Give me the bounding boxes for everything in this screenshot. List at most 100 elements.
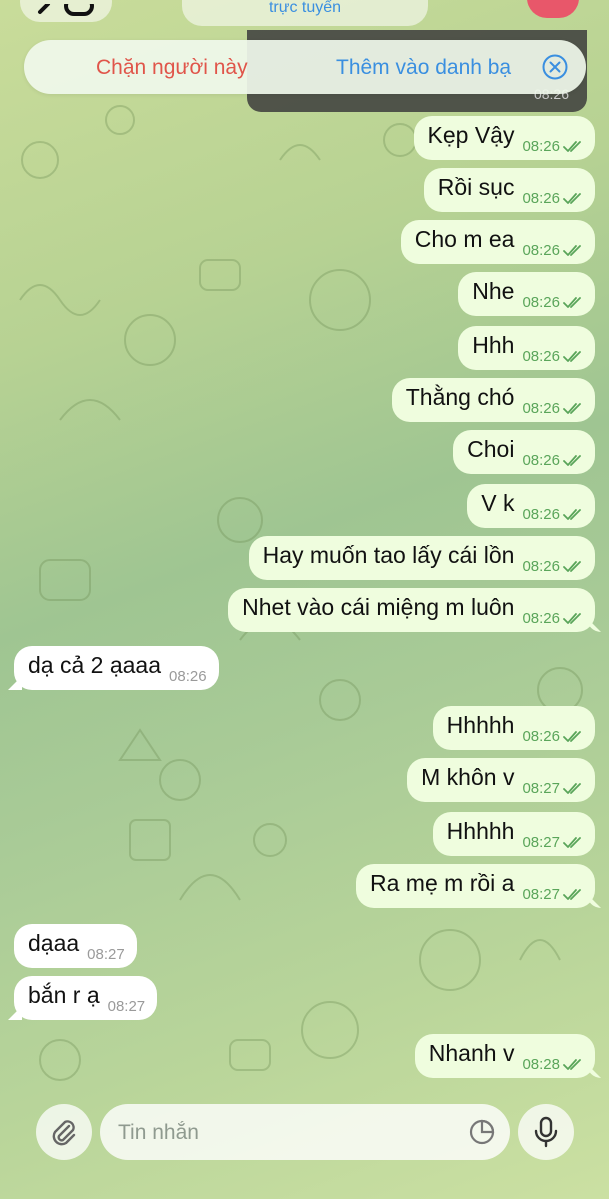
message-input[interactable] xyxy=(116,1104,460,1162)
outgoing-message[interactable]: Nhanh v 08:28 xyxy=(414,1034,595,1078)
message-meta: 08:27 xyxy=(522,834,585,851)
message-time: 08:26 xyxy=(522,137,560,155)
read-checkmarks-icon xyxy=(563,455,581,466)
message-text: Hhh xyxy=(472,331,515,358)
online-status: trực tuyến xyxy=(268,0,342,16)
message-text: Choi xyxy=(467,435,515,462)
message-meta: 08:28 xyxy=(522,1056,585,1073)
message-text: Nhanh v xyxy=(428,1039,515,1066)
read-checkmarks-icon xyxy=(563,731,581,742)
message-meta: 08:26 xyxy=(522,400,585,417)
block-user-button[interactable]: Chặn người này xyxy=(96,56,248,80)
read-checkmarks-icon xyxy=(563,297,581,308)
outgoing-message[interactable]: Hhhhh 08:27 xyxy=(432,812,595,856)
contact-action-bar: Chặn người này Thêm vào danh bạ xyxy=(24,40,586,94)
microphone-icon xyxy=(534,1116,558,1148)
attach-button[interactable] xyxy=(36,1104,92,1160)
read-checkmarks-icon xyxy=(563,403,581,414)
message-text: Thằng chó xyxy=(405,383,515,410)
message-time: 08:26 xyxy=(522,557,560,575)
message-meta: 08:26 xyxy=(522,610,585,627)
message-meta: 08:27 xyxy=(522,886,585,903)
outgoing-message[interactable]: Kẹp Vậy 08:26 xyxy=(413,116,595,160)
sticker-icon[interactable] xyxy=(468,1118,496,1146)
message-time: 08:26 xyxy=(522,505,560,523)
outgoing-message[interactable]: Ra mẹ m rồi a 08:27 xyxy=(356,864,595,908)
message-meta: 08:26 xyxy=(522,294,585,311)
outgoing-message[interactable]: V k 08:26 xyxy=(467,484,595,528)
outgoing-message[interactable]: Hhh 08:26 xyxy=(458,326,595,370)
message-time: 08:26 xyxy=(169,667,207,685)
read-checkmarks-icon xyxy=(563,351,581,362)
outgoing-message[interactable]: Hay muốn tao lấy cái lồn 08:26 xyxy=(248,536,595,580)
message-time: 08:27 xyxy=(107,997,146,1015)
outgoing-message[interactable]: Rồi sục 08:26 xyxy=(423,168,595,212)
message-text: Rồi sục xyxy=(437,173,515,200)
message-text: bắn r ạ xyxy=(28,981,100,1008)
message-text: Cho m ea xyxy=(414,225,515,252)
read-checkmarks-icon xyxy=(563,245,581,256)
outgoing-message[interactable]: Nhe 08:26 xyxy=(458,272,595,316)
read-checkmarks-icon xyxy=(563,889,581,900)
message-text: Hhhhh xyxy=(446,817,515,844)
close-icon[interactable] xyxy=(542,54,568,80)
outgoing-message[interactable]: Hhhhh 08:26 xyxy=(432,706,595,750)
add-to-contacts-button[interactable]: Thêm vào danh bạ xyxy=(336,56,511,80)
message-time: 08:28 xyxy=(522,1055,560,1073)
message-text: Ra mẹ m rồi a xyxy=(370,869,515,896)
message-time: 08:26 xyxy=(522,609,560,627)
message-time: 08:26 xyxy=(522,727,560,745)
message-text: Hay muốn tao lấy cái lồn xyxy=(262,541,515,568)
message-text: dạaa xyxy=(28,929,80,956)
message-time: 08:26 xyxy=(522,399,560,417)
message-time: 08:27 xyxy=(522,779,560,797)
message-time: 08:26 xyxy=(522,293,560,311)
voice-message-button[interactable] xyxy=(518,1104,574,1160)
message-meta: 08:26 xyxy=(522,242,585,259)
message-text: V k xyxy=(481,489,515,516)
incoming-message[interactable]: bắn r ạ 08:27 xyxy=(14,976,158,1020)
read-checkmarks-icon xyxy=(563,783,581,794)
message-meta: 08:26 xyxy=(522,348,585,365)
incoming-message[interactable]: dạaa 08:27 xyxy=(14,924,137,968)
outgoing-message[interactable]: Nhet vào cái miệng m luôn 08:26 xyxy=(228,588,595,632)
message-time: 08:27 xyxy=(522,833,560,851)
message-text: Nhet vào cái miệng m luôn xyxy=(242,593,515,620)
read-checkmarks-icon xyxy=(563,509,581,520)
chat-title[interactable]: trực tuyến xyxy=(182,0,428,26)
message-meta: 08:26 xyxy=(522,452,585,469)
back-icon xyxy=(38,4,94,16)
outgoing-message[interactable]: Choi 08:26 xyxy=(453,430,595,474)
paperclip-icon xyxy=(52,1120,76,1146)
message-time: 08:27 xyxy=(522,885,560,903)
message-time: 08:26 xyxy=(522,241,560,259)
incoming-message[interactable]: dạ cả 2 ạaaa 08:26 xyxy=(14,646,219,690)
read-checkmarks-icon xyxy=(563,561,581,572)
message-meta: 08:26 xyxy=(522,138,585,155)
message-text: Nhe xyxy=(472,277,515,304)
message-meta: 08:27 xyxy=(522,780,585,797)
message-time: 08:26 xyxy=(522,347,560,365)
outgoing-message[interactable]: M khôn v 08:27 xyxy=(407,758,595,802)
read-checkmarks-icon xyxy=(563,141,581,152)
outgoing-message[interactable]: Cho m ea 08:26 xyxy=(400,220,595,264)
top-bar: trực tuyến xyxy=(0,0,609,30)
message-meta: 08:26 xyxy=(522,190,585,207)
message-text: Hhhhh xyxy=(446,711,515,738)
message-text: dạ cả 2 ạaaa xyxy=(28,651,162,678)
composer xyxy=(0,1096,609,1199)
message-input-wrapper xyxy=(100,1104,510,1162)
message-meta: 08:27 xyxy=(108,998,146,1015)
read-checkmarks-icon xyxy=(563,193,581,204)
read-checkmarks-icon xyxy=(563,837,581,848)
message-meta: 08:27 xyxy=(87,946,125,963)
back-button[interactable] xyxy=(20,0,112,22)
message-text: M khôn v xyxy=(421,763,515,790)
message-meta: 08:26 xyxy=(522,728,585,745)
message-time: 08:27 xyxy=(87,945,125,963)
message-meta: 08:26 xyxy=(522,506,585,523)
read-checkmarks-icon xyxy=(563,1059,581,1070)
outgoing-message[interactable]: Thằng chó 08:26 xyxy=(391,378,595,422)
avatar[interactable] xyxy=(527,0,579,18)
message-meta: 08:26 xyxy=(522,558,585,575)
